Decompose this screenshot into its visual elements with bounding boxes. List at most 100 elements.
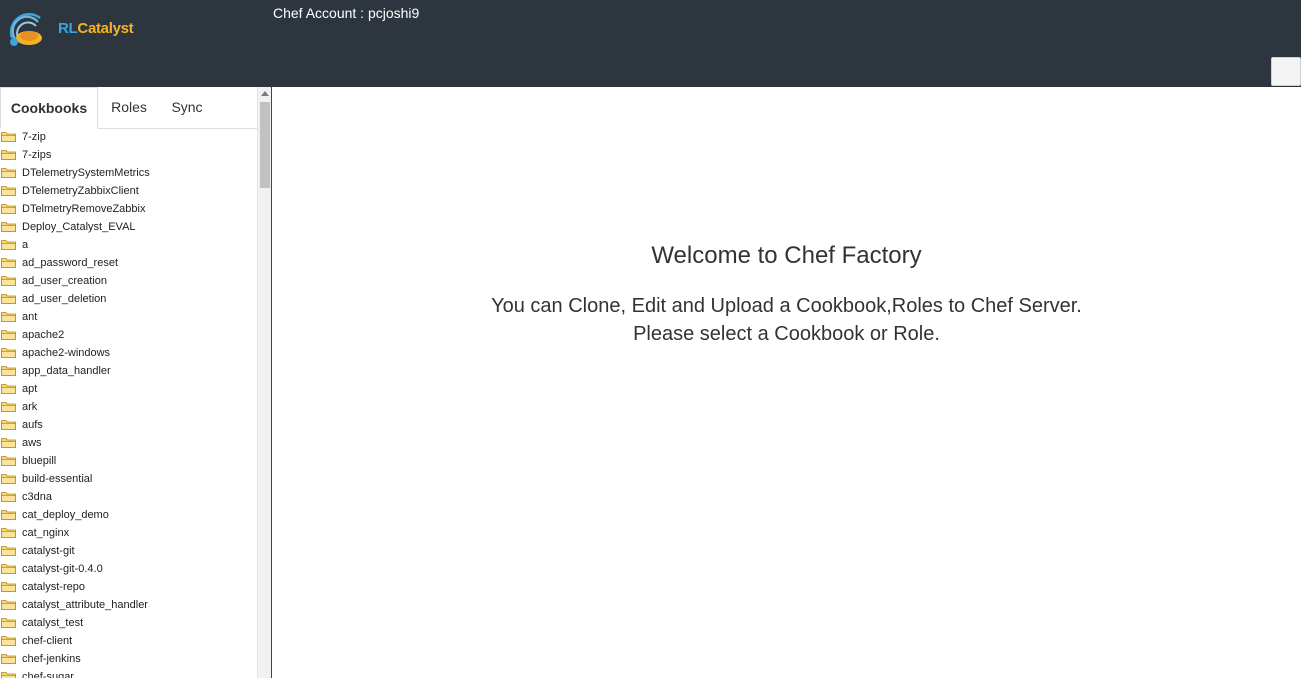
cookbook-item[interactable]: ant: [0, 308, 257, 326]
cookbook-item[interactable]: Deploy_Catalyst_EVAL: [0, 218, 257, 236]
cookbook-item[interactable]: catalyst_attribute_handler: [0, 596, 257, 614]
cookbook-item[interactable]: aws: [0, 434, 257, 452]
folder-icon: [1, 258, 16, 268]
folder-icon: [1, 150, 16, 160]
cookbook-label: DTelemetrySystemMetrics: [22, 167, 150, 179]
chef-account-label: Chef Account : pcjoshi9: [273, 5, 420, 21]
main-content: Welcome to Chef Factory You can Clone, E…: [272, 87, 1301, 678]
folder-icon: [1, 510, 16, 520]
cookbook-label: apache2-windows: [22, 347, 111, 359]
folder-icon: [1, 384, 16, 394]
cookbook-label: apt: [22, 383, 38, 395]
cookbook-item[interactable]: c3dna: [0, 488, 257, 506]
welcome-description: You can Clone, Edit and Upload a Cookboo…: [491, 295, 1082, 317]
folder-icon: [1, 240, 16, 250]
folder-icon: [1, 366, 16, 376]
folder-icon: [1, 636, 16, 646]
cookbook-label: ad_password_reset: [22, 257, 119, 269]
cookbook-label: a: [22, 239, 29, 251]
tab-roles[interactable]: Roles: [99, 87, 159, 128]
folder-icon: [1, 276, 16, 286]
folder-icon: [1, 438, 16, 448]
cookbook-item[interactable]: DTelemetrySystemMetrics: [0, 164, 257, 182]
cookbook-label: catalyst-git-0.4.0: [22, 563, 103, 575]
cookbook-item[interactable]: ark: [0, 398, 257, 416]
cookbook-item[interactable]: aufs: [0, 416, 257, 434]
cookbook-label: catalyst_test: [22, 617, 84, 629]
cookbook-label: build-essential: [22, 473, 93, 485]
rlcatalyst-logo[interactable]: RLCatalyst: [6, 8, 134, 50]
rlcatalyst-logo-icon: [9, 13, 42, 46]
logo-text: RLCatalyst: [58, 20, 134, 37]
cookbook-item[interactable]: ad_password_reset: [0, 254, 257, 272]
folder-icon: [1, 132, 16, 142]
folder-icon: [1, 672, 16, 678]
cookbook-label: chef-client: [22, 635, 73, 647]
cookbook-label: aws: [22, 437, 42, 449]
folder-icon: [1, 528, 16, 538]
cookbook-item[interactable]: apache2: [0, 326, 257, 344]
cookbook-label: 7-zip: [22, 131, 46, 143]
folder-icon: [1, 420, 16, 430]
cookbook-label: catalyst_attribute_handler: [22, 599, 148, 611]
cookbook-item[interactable]: apt: [0, 380, 257, 398]
cookbook-item[interactable]: ad_user_creation: [0, 272, 257, 290]
tab-cookbooks[interactable]: Cookbooks: [0, 87, 98, 129]
scroll-thumb[interactable]: [260, 102, 270, 188]
folder-icon: [1, 186, 16, 196]
cookbook-label: chef-sugar: [22, 671, 74, 678]
cookbook-label: DTelemetryZabbixClient: [22, 185, 139, 197]
cookbook-label: ad_user_creation: [22, 275, 108, 287]
scroll-up-icon[interactable]: [261, 91, 269, 96]
cookbook-item[interactable]: bluepill: [0, 452, 257, 470]
cookbook-item[interactable]: catalyst-repo: [0, 578, 257, 596]
folder-icon: [1, 600, 16, 610]
folder-icon: [1, 654, 16, 664]
folder-icon: [1, 564, 16, 574]
cookbook-label: ad_user_deletion: [22, 293, 107, 305]
header-menu-button[interactable]: [1271, 57, 1301, 86]
cookbook-item[interactable]: catalyst-git-0.4.0: [0, 560, 257, 578]
sidebar-tabs: Cookbooks Roles Sync: [0, 87, 257, 129]
cookbook-label: cat_nginx: [22, 527, 70, 539]
cookbook-item[interactable]: chef-client: [0, 632, 257, 650]
cookbook-item[interactable]: 7-zips: [0, 146, 257, 164]
cookbook-item[interactable]: chef-sugar: [0, 668, 257, 678]
folder-icon: [1, 168, 16, 178]
folder-icon: [1, 222, 16, 232]
cookbook-label: catalyst-repo: [22, 581, 85, 593]
folder-icon: [1, 294, 16, 304]
cookbook-label: app_data_handler: [22, 365, 111, 377]
cookbook-item[interactable]: app_data_handler: [0, 362, 257, 380]
cookbook-item[interactable]: catalyst_test: [0, 614, 257, 632]
cookbook-label: ark: [22, 401, 38, 413]
cookbook-label: Deploy_Catalyst_EVAL: [22, 221, 136, 233]
cookbook-item[interactable]: chef-jenkins: [0, 650, 257, 668]
folder-icon: [1, 492, 16, 502]
cookbook-item[interactable]: a: [0, 236, 257, 254]
cookbook-item[interactable]: DTelemetryZabbixClient: [0, 182, 257, 200]
cookbook-item[interactable]: cat_deploy_demo: [0, 506, 257, 524]
cookbook-tree: 7-zip 7-zips DTelemetrySystemMetrics DTelem…: [0, 128, 257, 678]
cookbook-item[interactable]: DTelmetryRemoveZabbix: [0, 200, 257, 218]
folder-icon: [1, 582, 16, 592]
cookbook-label: aufs: [22, 419, 43, 431]
cookbook-label: 7-zips: [22, 149, 52, 161]
folder-icon: [1, 456, 16, 466]
welcome-instruction: Please select a Cookbook or Role.: [633, 323, 940, 345]
tab-sync[interactable]: Sync: [159, 87, 215, 128]
cookbook-item[interactable]: ad_user_deletion: [0, 290, 257, 308]
cookbook-item[interactable]: 7-zip: [0, 128, 257, 146]
cookbook-label: DTelmetryRemoveZabbix: [22, 203, 146, 215]
cookbook-label: apache2: [22, 329, 65, 341]
folder-icon: [1, 474, 16, 484]
cookbook-item[interactable]: catalyst-git: [0, 542, 257, 560]
sidebar-scrollbar[interactable]: [257, 87, 271, 678]
cookbook-item[interactable]: apache2-windows: [0, 344, 257, 362]
welcome-title: Welcome to Chef Factory: [651, 242, 922, 269]
cookbook-label: chef-jenkins: [22, 653, 81, 665]
folder-icon: [1, 402, 16, 412]
cookbook-label: bluepill: [22, 455, 57, 467]
cookbook-item[interactable]: build-essential: [0, 470, 257, 488]
cookbook-item[interactable]: cat_nginx: [0, 524, 257, 542]
